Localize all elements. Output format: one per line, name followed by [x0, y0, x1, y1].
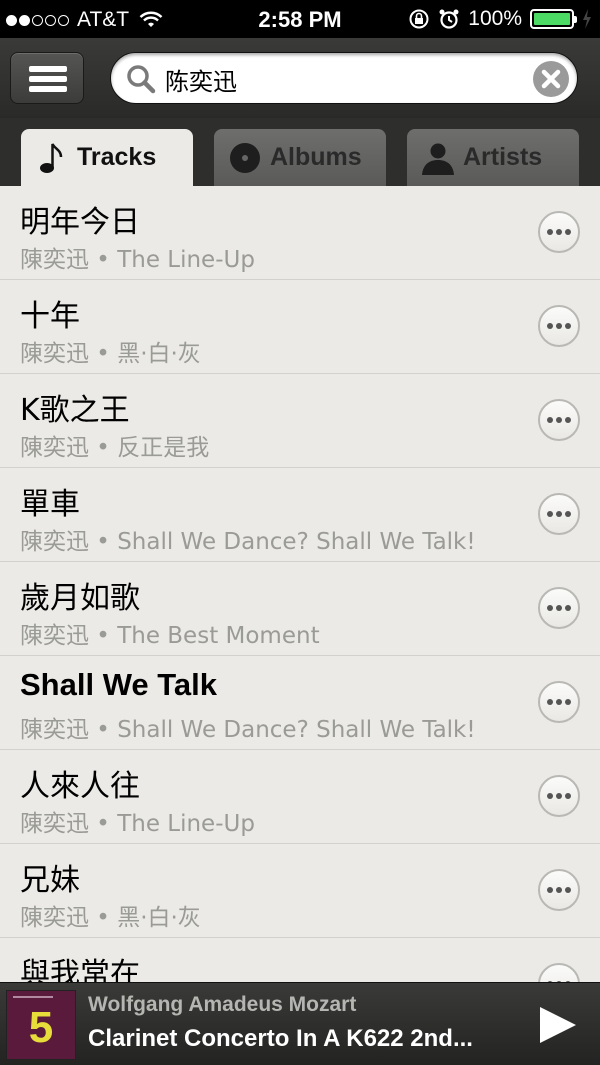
charging-icon — [583, 9, 591, 29]
ellipsis-icon — [547, 793, 553, 799]
track-subtitle: 陳奕迅 • The Line-Up — [20, 811, 255, 837]
album-cover[interactable]: 5 — [6, 990, 76, 1060]
status-bar: AT&T 2:58 PM 100% — [0, 0, 600, 38]
disc-icon — [228, 141, 262, 175]
clear-icon — [541, 69, 561, 89]
now-playing-bar[interactable]: 5 Wolfgang Amadeus Mozart Clarinet Conce… — [0, 982, 600, 1065]
tab-tracks[interactable]: Tracks — [21, 129, 193, 186]
rotation-lock-icon — [409, 9, 429, 29]
alarm-icon — [439, 9, 459, 29]
person-icon — [421, 141, 455, 175]
track-title: 歲月如歌 — [20, 581, 140, 616]
track-subtitle: 陳奕迅 • 黑·白·灰 — [20, 341, 201, 367]
battery-icon — [530, 9, 577, 29]
track-title: 十年 — [20, 299, 80, 334]
more-options-button[interactable] — [538, 305, 580, 347]
track-subtitle: 陳奕迅 • Shall We Dance? Shall We Talk! — [20, 717, 476, 743]
more-options-button[interactable] — [538, 399, 580, 441]
track-subtitle: 陳奕迅 • 黑·白·灰 — [20, 905, 201, 931]
search-icon — [127, 65, 156, 94]
hamburger-icon — [29, 66, 67, 72]
tab-tracks-label: Tracks — [77, 143, 157, 171]
menu-button[interactable] — [10, 52, 84, 104]
album-cover-number: 5 — [28, 1003, 54, 1052]
ellipsis-icon — [547, 229, 553, 235]
track-title: 單車 — [20, 487, 80, 522]
now-playing-track: Clarinet Concerto In A K622 2nd... — [88, 1025, 473, 1052]
track-title: 明年今日 — [20, 205, 140, 240]
battery-percent: 100% — [468, 7, 522, 30]
ellipsis-icon — [547, 605, 553, 611]
track-subtitle: 陳奕迅 • Shall We Dance? Shall We Talk! — [20, 529, 476, 555]
clear-search-button[interactable] — [533, 61, 569, 97]
track-title: 與我常在 — [20, 957, 140, 982]
tab-artists[interactable]: Artists — [407, 129, 579, 186]
track-row[interactable]: 與我常在 — [0, 938, 600, 982]
track-title: 兄妹 — [20, 863, 80, 898]
track-row[interactable]: 歲月如歌 陳奕迅 • The Best Moment — [0, 562, 600, 656]
now-playing-artist: Wolfgang Amadeus Mozart — [88, 993, 357, 1016]
more-options-button[interactable] — [538, 587, 580, 629]
track-row[interactable]: 兄妹 陳奕迅 • 黑·白·灰 — [0, 844, 600, 938]
track-row[interactable]: 人來人往 陳奕迅 • The Line-Up — [0, 750, 600, 844]
status-right: 100% — [408, 7, 592, 31]
tab-albums-label: Albums — [270, 143, 362, 171]
track-title: Shall We Talk — [20, 667, 217, 702]
more-options-button[interactable] — [538, 775, 580, 817]
track-row[interactable]: K歌之王 陳奕迅 • 反正是我 — [0, 374, 600, 468]
search-tabs: Tracks Albums Artists — [0, 118, 600, 186]
music-note-icon — [35, 141, 69, 175]
more-options-button[interactable] — [538, 869, 580, 911]
track-row[interactable]: 十年 陳奕迅 • 黑·白·灰 — [0, 280, 600, 374]
track-title: 人來人往 — [20, 769, 140, 804]
more-options-button[interactable] — [538, 211, 580, 253]
more-options-button[interactable] — [538, 963, 580, 982]
track-row[interactable]: Shall We Talk 陳奕迅 • Shall We Dance? Shal… — [0, 656, 600, 750]
track-subtitle: 陳奕迅 • 反正是我 — [20, 435, 210, 461]
track-row[interactable]: 明年今日 陳奕迅 • The Line-Up — [0, 186, 600, 280]
ellipsis-icon — [547, 417, 553, 423]
search-box[interactable] — [110, 52, 578, 104]
ellipsis-icon — [547, 511, 553, 517]
ellipsis-icon — [547, 323, 553, 329]
track-title: K歌之王 — [20, 393, 130, 428]
more-options-button[interactable] — [538, 681, 580, 723]
ellipsis-icon — [547, 699, 553, 705]
play-icon[interactable] — [536, 1003, 580, 1047]
tab-artists-label: Artists — [463, 143, 543, 171]
more-options-button[interactable] — [538, 493, 580, 535]
search-header — [0, 38, 600, 118]
search-input[interactable] — [165, 61, 525, 97]
tab-albums[interactable]: Albums — [214, 129, 386, 186]
track-subtitle: 陳奕迅 • The Line-Up — [20, 247, 255, 273]
track-subtitle: 陳奕迅 • The Best Moment — [20, 623, 320, 649]
ellipsis-icon — [547, 887, 553, 893]
track-list: 明年今日 陳奕迅 • The Line-Up 十年 陳奕迅 • 黑·白·灰 K歌… — [0, 186, 600, 982]
track-row[interactable]: 單車 陳奕迅 • Shall We Dance? Shall We Talk! — [0, 468, 600, 562]
